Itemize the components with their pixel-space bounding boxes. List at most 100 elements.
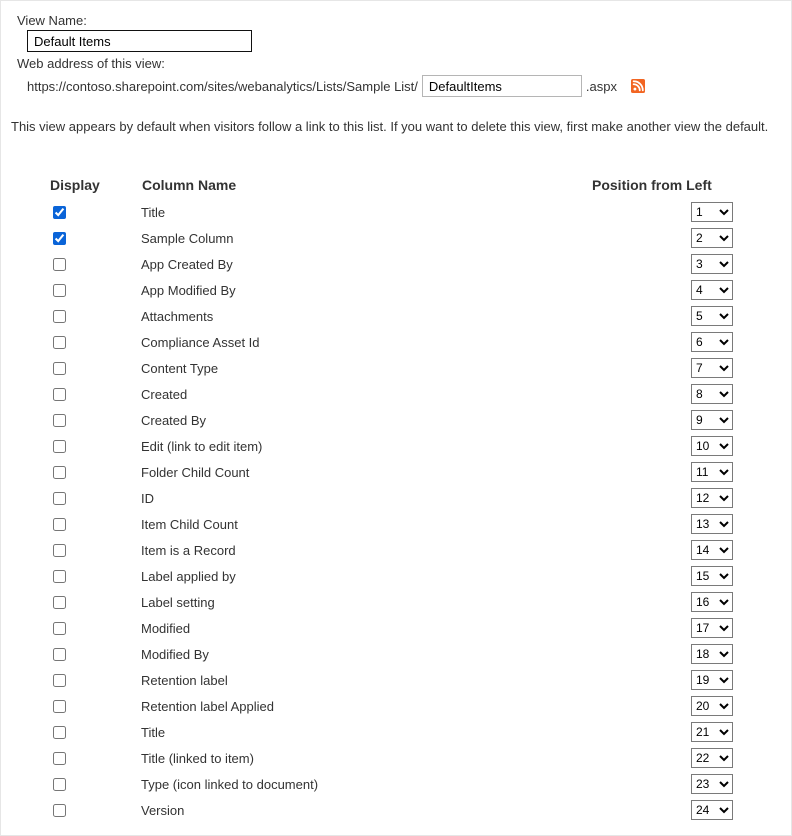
column-name-label: Folder Child Count: [141, 465, 249, 480]
position-select[interactable]: 123456789101112131415161718192021222324: [691, 332, 733, 352]
display-checkbox[interactable]: [53, 414, 66, 427]
table-row: Title 12345678910111213141516171819202122…: [49, 719, 733, 745]
column-name-label: Item is a Record: [141, 543, 236, 558]
display-checkbox[interactable]: [53, 232, 66, 245]
display-checkbox[interactable]: [53, 336, 66, 349]
position-select[interactable]: 123456789101112131415161718192021222324: [691, 774, 733, 794]
table-row: Modified By 12345678910111213141516171819…: [49, 641, 733, 667]
column-name-label: Title: [141, 205, 165, 220]
display-checkbox[interactable]: [53, 622, 66, 635]
column-name-label: Label applied by: [141, 569, 236, 584]
column-name-label: App Created By: [141, 257, 233, 272]
display-checkbox[interactable]: [53, 388, 66, 401]
web-address-label: Web address of this view:: [17, 56, 783, 71]
position-select[interactable]: 123456789101112131415161718192021222324: [691, 618, 733, 638]
table-row: Modified 12345678910111213141516171819202…: [49, 615, 733, 641]
column-name-label: Label setting: [141, 595, 215, 610]
table-row: Folder Child Count 1234567891011121314151…: [49, 459, 733, 485]
position-select[interactable]: 123456789101112131415161718192021222324: [691, 488, 733, 508]
table-row: Compliance Asset Id 123456789101112131415…: [49, 329, 733, 355]
display-checkbox[interactable]: [53, 752, 66, 765]
table-row: Content Type 1234567891011121314151617181…: [49, 355, 733, 381]
display-checkbox[interactable]: [53, 726, 66, 739]
display-checkbox[interactable]: [53, 674, 66, 687]
column-name-label: Retention label: [141, 673, 228, 688]
columns-table: Display Column Name Position from Left T…: [49, 176, 733, 823]
table-row: Retention label 1234567891011121314151617…: [49, 667, 733, 693]
position-select[interactable]: 123456789101112131415161718192021222324: [691, 566, 733, 586]
table-row: Edit (link to edit item) 1234567891011121…: [49, 433, 733, 459]
column-name-label: Title (linked to item): [141, 751, 254, 766]
table-row: Item Child Count 123456789101112131415161…: [49, 511, 733, 537]
display-checkbox[interactable]: [53, 700, 66, 713]
position-select[interactable]: 123456789101112131415161718192021222324: [691, 670, 733, 690]
column-name-label: Title: [141, 725, 165, 740]
position-select[interactable]: 123456789101112131415161718192021222324: [691, 254, 733, 274]
web-address-prefix: https://contoso.sharepoint.com/sites/web…: [27, 79, 418, 94]
view-name-input[interactable]: [27, 30, 252, 52]
table-row: Attachments12345678910111213141516171819…: [49, 303, 733, 329]
table-row: Type (icon linked to document)1234567891…: [49, 771, 733, 797]
web-address-slug-input[interactable]: [422, 75, 582, 97]
table-row: Created 123456789101112131415161718192021…: [49, 381, 733, 407]
table-row: Label setting 123456789101112131415161718…: [49, 589, 733, 615]
display-checkbox[interactable]: [53, 518, 66, 531]
display-checkbox[interactable]: [53, 596, 66, 609]
position-select[interactable]: 123456789101112131415161718192021222324: [691, 592, 733, 612]
table-row: App Created By 12345678910111213141516171…: [49, 251, 733, 277]
position-select[interactable]: 123456789101112131415161718192021222324: [691, 462, 733, 482]
position-select[interactable]: 123456789101112131415161718192021222324: [691, 748, 733, 768]
display-checkbox[interactable]: [53, 362, 66, 375]
table-row: Title (linked to item) 123456789101112131…: [49, 745, 733, 771]
view-name-label: View Name:: [17, 13, 783, 28]
table-row: Created By 123456789101112131415161718192…: [49, 407, 733, 433]
column-name-label: Created: [141, 387, 187, 402]
position-select[interactable]: 123456789101112131415161718192021222324: [691, 410, 733, 430]
position-select[interactable]: 123456789101112131415161718192021222324: [691, 202, 733, 222]
view-description-text: This view appears by default when visito…: [9, 119, 783, 134]
position-select[interactable]: 123456789101112131415161718192021222324: [691, 644, 733, 664]
position-select[interactable]: 123456789101112131415161718192021222324: [691, 800, 733, 820]
column-name-label: Created By: [141, 413, 206, 428]
position-select[interactable]: 123456789101112131415161718192021222324: [691, 540, 733, 560]
display-checkbox[interactable]: [53, 492, 66, 505]
position-select[interactable]: 123456789101112131415161718192021222324: [691, 228, 733, 248]
table-row: Item is a Record 123456789101112131415161…: [49, 537, 733, 563]
column-name-label: Content Type: [141, 361, 218, 376]
display-checkbox[interactable]: [53, 440, 66, 453]
table-row: Title 12345678910111213141516171819202122…: [49, 199, 733, 225]
display-checkbox[interactable]: [53, 778, 66, 791]
rss-icon[interactable]: [631, 79, 645, 93]
position-select[interactable]: 123456789101112131415161718192021222324: [691, 722, 733, 742]
position-select[interactable]: 123456789101112131415161718192021222324: [691, 358, 733, 378]
table-row: App Modified By 1234567891011121314151617…: [49, 277, 733, 303]
display-checkbox[interactable]: [53, 466, 66, 479]
position-select[interactable]: 123456789101112131415161718192021222324: [691, 696, 733, 716]
column-name-label: Modified By: [141, 647, 209, 662]
column-name-label: Edit (link to edit item): [141, 439, 262, 454]
display-checkbox[interactable]: [53, 804, 66, 817]
column-name-label: Retention label Applied: [141, 699, 274, 714]
position-select[interactable]: 123456789101112131415161718192021222324: [691, 306, 733, 326]
table-row: Label applied by 123456789101112131415161…: [49, 563, 733, 589]
table-row: Retention label Applied 12345678910111213…: [49, 693, 733, 719]
column-name-label: Compliance Asset Id: [141, 335, 260, 350]
display-checkbox[interactable]: [53, 310, 66, 323]
position-select[interactable]: 123456789101112131415161718192021222324: [691, 384, 733, 404]
position-select[interactable]: 123456789101112131415161718192021222324: [691, 514, 733, 534]
column-name-label: Item Child Count: [141, 517, 238, 532]
position-select[interactable]: 123456789101112131415161718192021222324: [691, 280, 733, 300]
position-select[interactable]: 123456789101112131415161718192021222324: [691, 436, 733, 456]
display-checkbox[interactable]: [53, 544, 66, 557]
display-checkbox[interactable]: [53, 648, 66, 661]
display-checkbox[interactable]: [53, 284, 66, 297]
column-name-label: App Modified By: [141, 283, 236, 298]
display-checkbox[interactable]: [53, 570, 66, 583]
column-name-label: Version: [141, 803, 184, 818]
web-address-suffix: .aspx: [586, 79, 617, 94]
display-checkbox[interactable]: [53, 206, 66, 219]
column-name-label: Modified: [141, 621, 190, 636]
display-checkbox[interactable]: [53, 258, 66, 271]
column-name-label: ID: [141, 491, 154, 506]
header-position: Position from Left: [591, 176, 733, 199]
